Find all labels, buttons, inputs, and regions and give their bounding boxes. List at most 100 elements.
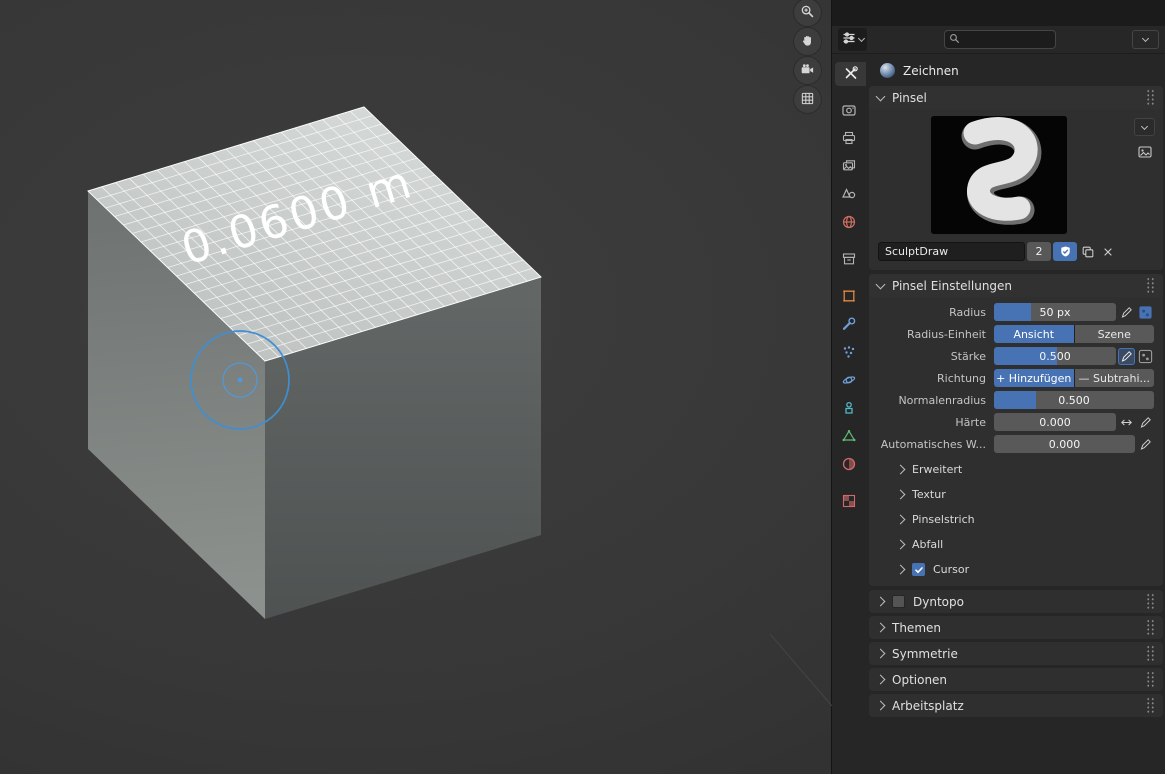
radius-unit-ansicht[interactable]: Ansicht — [994, 325, 1074, 343]
panel-dyntopo[interactable]: Dyntopo — [869, 590, 1163, 613]
render-icon — [841, 102, 857, 121]
topbar-spacer — [832, 0, 1165, 26]
tab-physics[interactable] — [832, 369, 866, 393]
sculpt-cube-scene: 0.0600 m — [0, 0, 832, 707]
radius-unit-szene[interactable]: Szene — [1074, 325, 1154, 343]
strength-texture-icon[interactable] — [1137, 348, 1154, 365]
texture-icon — [841, 493, 857, 512]
tab-scene[interactable] — [832, 183, 866, 207]
panel-pinsel-header[interactable]: Pinsel — [869, 86, 1163, 109]
cursor-checkbox[interactable] — [912, 563, 925, 576]
pressure-stylus-icon[interactable] — [1118, 304, 1135, 321]
panel-symmetrie[interactable]: Symmetrie — [869, 642, 1163, 665]
subpanel-pinselstrich[interactable]: Pinselstrich — [869, 507, 1163, 532]
strength-slider[interactable]: 0.500 — [994, 347, 1116, 365]
subpanel-cursor[interactable]: Cursor — [869, 557, 1163, 582]
tab-tool[interactable] — [835, 62, 866, 86]
tab-collection[interactable] — [832, 248, 866, 272]
brush-selector-button[interactable] — [1134, 118, 1155, 136]
panel-drag-handle[interactable] — [1146, 277, 1155, 294]
radius-row: Radius 50 px — [875, 303, 1154, 321]
properties-editor-icon — [841, 30, 857, 49]
tab-view-layer[interactable] — [832, 155, 866, 179]
constraints-icon — [841, 400, 857, 419]
active-tool-row: Zeichnen — [866, 54, 1165, 86]
tab-object-data[interactable] — [832, 425, 866, 449]
material-icon — [841, 456, 857, 475]
camera-view-button[interactable] — [794, 57, 821, 84]
tab-render[interactable] — [832, 99, 866, 123]
tab-object[interactable] — [832, 285, 866, 309]
chevron-collapsed-icon — [895, 539, 906, 550]
properties-search[interactable] — [943, 30, 1056, 49]
tab-texture[interactable] — [832, 490, 866, 514]
duplicate-button[interactable] — [1079, 242, 1097, 261]
user-count-button[interactable]: 2 — [1027, 242, 1051, 261]
panel-drag-handle[interactable] — [1146, 89, 1155, 106]
zoom-button[interactable] — [794, 0, 821, 26]
chevron-collapsed-icon — [875, 674, 886, 685]
world-icon — [841, 214, 857, 233]
3d-viewport[interactable]: 0.0600 m — [0, 0, 832, 774]
tab-constraints[interactable] — [832, 397, 866, 421]
unlink-button[interactable] — [1099, 242, 1117, 261]
ortho-grid-button[interactable] — [794, 86, 821, 113]
wrench-icon — [841, 316, 857, 335]
fake-user-shield-toggle[interactable] — [1053, 242, 1077, 261]
tab-material[interactable] — [832, 453, 866, 477]
strength-row: Stärke 0.500 — [875, 347, 1154, 365]
hardness-row: Härte 0.000 — [875, 413, 1154, 431]
hardness-slider[interactable]: 0.000 — [994, 413, 1116, 431]
search-input[interactable] — [963, 33, 1051, 46]
brush-preview-image[interactable] — [931, 116, 1067, 234]
subpanel-textur[interactable]: Textur — [869, 482, 1163, 507]
panel-themen[interactable]: Themen — [869, 616, 1163, 639]
chevron-collapsed-icon — [875, 596, 886, 607]
brush-image-icon[interactable] — [1135, 143, 1155, 161]
pressure-stylus-icon[interactable] — [1137, 414, 1154, 431]
radius-texture-icon[interactable] — [1137, 304, 1154, 321]
panel-drag-handle[interactable] — [1146, 645, 1155, 662]
panel-drag-handle[interactable] — [1146, 593, 1155, 610]
normal-radius-slider[interactable]: 0.500 — [994, 391, 1154, 409]
tab-particles[interactable] — [832, 341, 866, 365]
radius-slider[interactable]: 50 px — [994, 303, 1116, 321]
floor-grid-line — [769, 633, 832, 707]
dyntopo-checkbox[interactable] — [892, 595, 905, 608]
pressure-stylus-icon[interactable] — [1137, 436, 1154, 453]
invert-extend-icon[interactable] — [1118, 414, 1135, 431]
pan-button[interactable] — [794, 28, 821, 55]
viewport-nav-controls — [794, 0, 821, 113]
panel-arbeitsplatz[interactable]: Arbeitsplatz — [869, 694, 1163, 717]
brush-datablock-row: 2 — [878, 242, 1117, 261]
auto-smoothing-slider[interactable]: 0.000 — [994, 435, 1135, 453]
subpanel-erweitert[interactable]: Erweitert — [869, 457, 1163, 482]
options-dropdown[interactable] — [1132, 30, 1159, 49]
mesh-data-icon — [841, 428, 857, 447]
panel-drag-handle[interactable] — [1146, 671, 1155, 688]
search-icon — [949, 33, 960, 47]
chevron-collapsed-icon — [875, 622, 886, 633]
panel-drag-handle[interactable] — [1146, 697, 1155, 714]
panel-drag-handle[interactable] — [1146, 619, 1155, 636]
tab-output[interactable] — [832, 127, 866, 151]
particles-icon — [841, 344, 857, 363]
tab-world[interactable] — [832, 211, 866, 235]
editor-type-button[interactable] — [838, 28, 867, 51]
panel-pinsel: Pinsel SculptDraw 2 — [869, 86, 1163, 270]
tab-modifiers[interactable] — [832, 313, 866, 337]
pressure-stylus-icon[interactable] — [1118, 347, 1135, 365]
chevron-down-icon — [1140, 122, 1149, 130]
direction-subtract[interactable]: — Subtrahi... — [1074, 369, 1154, 387]
row-label: Härte — [955, 415, 986, 429]
panel-title: Pinsel — [892, 90, 927, 105]
brush-name-field[interactable] — [878, 242, 1025, 261]
row-label: Radius-Einheit — [907, 327, 986, 341]
physics-icon — [841, 372, 857, 391]
panel-optionen[interactable]: Optionen — [869, 668, 1163, 691]
row-label: Richtung — [937, 371, 986, 385]
chevron-collapsed-icon — [895, 489, 906, 500]
direction-add[interactable]: + Hinzufügen — [994, 369, 1074, 387]
panel-settings-header[interactable]: Pinsel Einstellungen — [869, 274, 1163, 297]
subpanel-abfall[interactable]: Abfall — [869, 532, 1163, 557]
